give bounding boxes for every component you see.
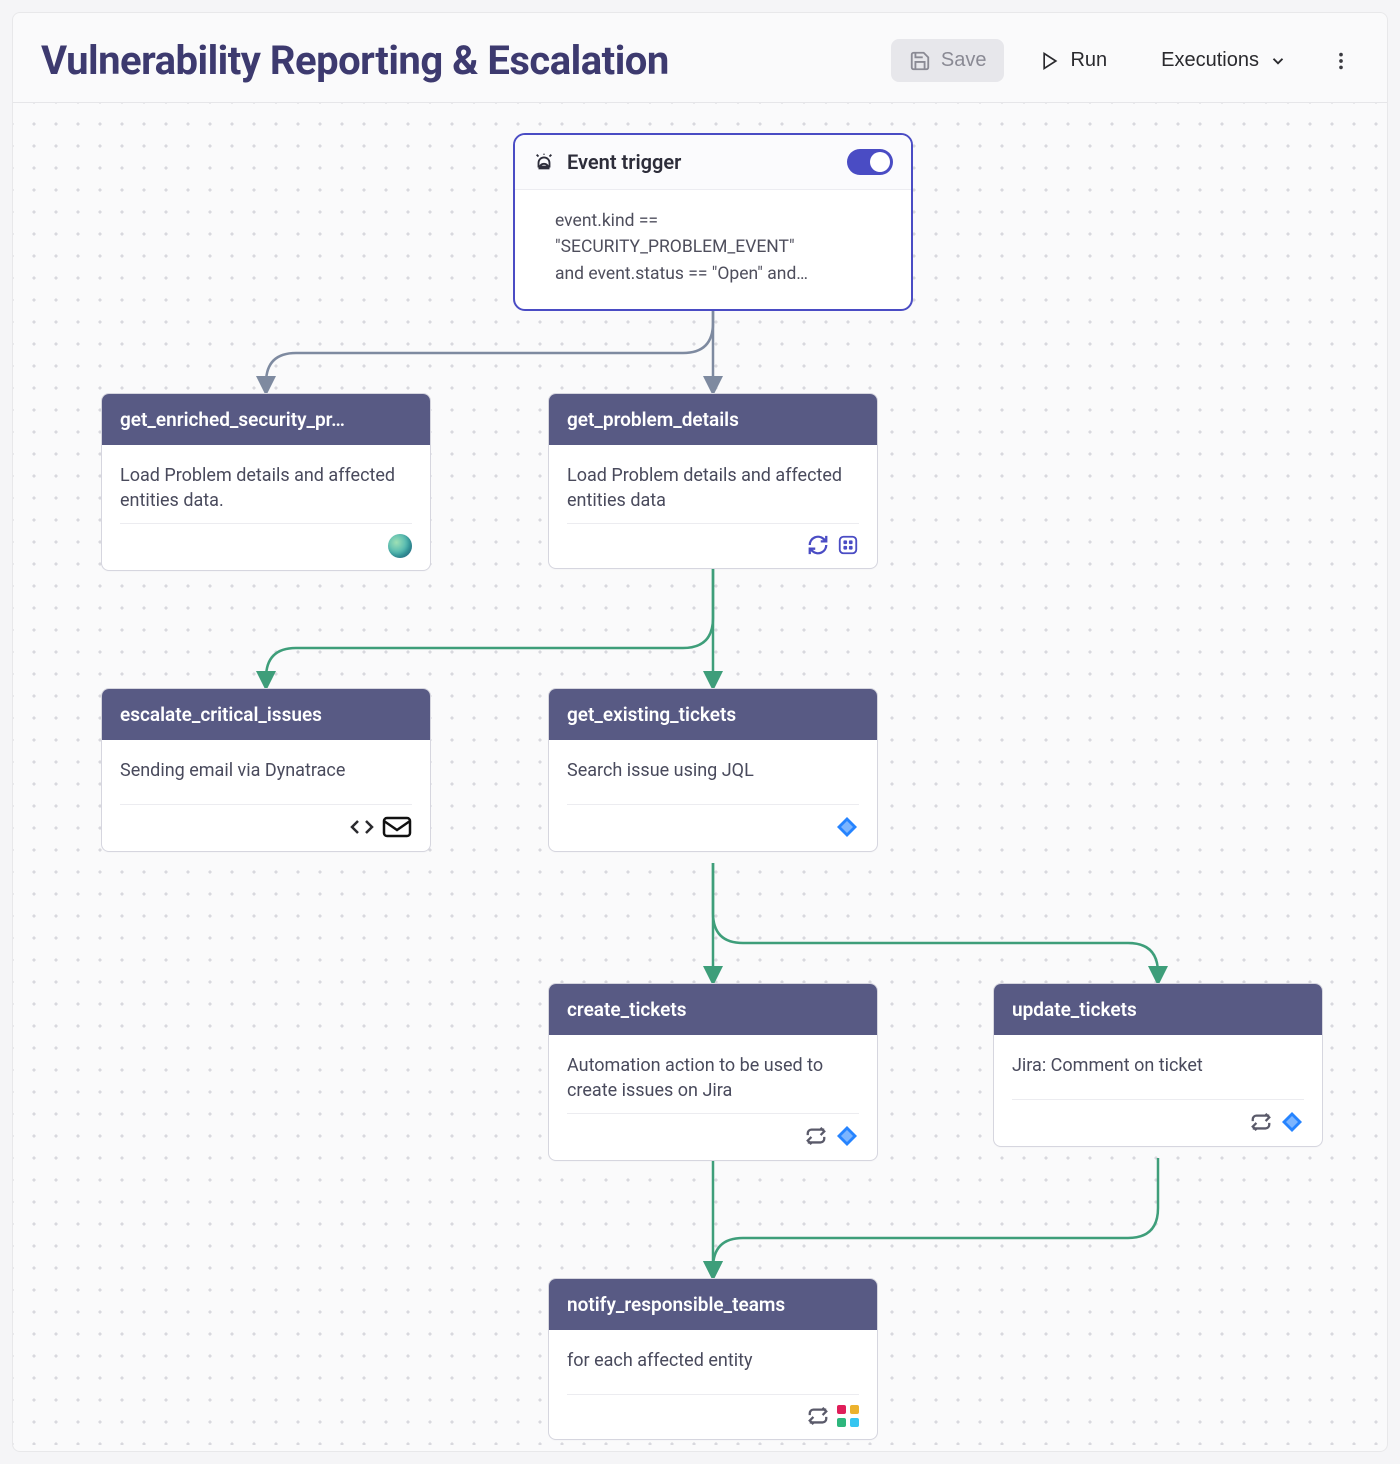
executions-label: Executions — [1161, 49, 1259, 72]
node-desc: Jira: Comment on ticket — [994, 1035, 1322, 1099]
node-notify-responsible-teams[interactable]: notify_responsible_teams for each affect… — [548, 1278, 878, 1440]
node-title: update_tickets — [994, 984, 1322, 1035]
node-desc: Automation action to be used to create i… — [549, 1035, 877, 1113]
slack-icon — [837, 1405, 859, 1427]
node-title: escalate_critical_issues — [102, 689, 430, 740]
node-desc: Sending email via Dynatrace — [102, 740, 430, 804]
header: Vulnerability Reporting & Escalation Sav… — [13, 13, 1387, 103]
trigger-toggle[interactable] — [847, 149, 893, 175]
node-footer — [567, 1113, 859, 1160]
node-footer — [567, 1394, 859, 1439]
trigger-body: event.kind == "SECURITY_PROBLEM_EVENT" a… — [515, 190, 911, 309]
node-footer — [120, 804, 412, 851]
chevron-down-icon — [1269, 52, 1287, 70]
node-get-enriched-security[interactable]: get_enriched_security_pr… Load Problem d… — [101, 393, 431, 571]
node-footer — [567, 523, 859, 568]
node-escalate-critical-issues[interactable]: escalate_critical_issues Sending email v… — [101, 688, 431, 852]
play-icon — [1040, 51, 1060, 71]
mail-icon — [382, 815, 412, 839]
trigger-condition-line1: event.kind == "SECURITY_PROBLEM_EVENT" — [555, 208, 889, 261]
node-desc: Search issue using JQL — [549, 740, 877, 804]
executions-dropdown[interactable]: Executions — [1143, 39, 1305, 82]
save-label: Save — [941, 49, 987, 72]
node-title: create_tickets — [549, 984, 877, 1035]
node-get-problem-details[interactable]: get_problem_details Load Problem details… — [548, 393, 878, 569]
save-icon — [909, 50, 931, 72]
loop-icon — [805, 1125, 827, 1147]
jira-icon — [1280, 1110, 1304, 1134]
node-desc: Load Problem details and affected entiti… — [102, 445, 430, 523]
globe-icon — [388, 534, 412, 558]
trigger-condition-line2: and event.status == "Open" and… — [555, 261, 889, 287]
loop-icon — [1250, 1111, 1272, 1133]
page-title: Vulnerability Reporting & Escalation — [41, 37, 669, 84]
node-footer — [567, 804, 859, 851]
more-button[interactable] — [1323, 43, 1359, 79]
run-button[interactable]: Run — [1022, 39, 1125, 82]
node-title: get_enriched_security_pr… — [102, 394, 430, 445]
node-create-tickets[interactable]: create_tickets Automation action to be u… — [548, 983, 878, 1161]
node-get-existing-tickets[interactable]: get_existing_tickets Search issue using … — [548, 688, 878, 852]
trigger-title: Event trigger — [567, 150, 681, 174]
node-footer — [1012, 1099, 1304, 1146]
node-footer — [120, 523, 412, 570]
jira-icon — [835, 1124, 859, 1148]
trigger-header: Event trigger — [515, 135, 911, 190]
more-vertical-icon — [1330, 50, 1352, 72]
save-button[interactable]: Save — [891, 39, 1005, 82]
node-update-tickets[interactable]: update_tickets Jira: Comment on ticket — [993, 983, 1323, 1147]
code-icon — [350, 815, 374, 839]
jira-icon — [835, 815, 859, 839]
run-label: Run — [1070, 49, 1107, 72]
node-title: notify_responsible_teams — [549, 1279, 877, 1330]
grid-icon — [837, 534, 859, 556]
trigger-node[interactable]: Event trigger event.kind == "SECURITY_PR… — [513, 133, 913, 311]
toolbar: Save Run Executions — [891, 39, 1359, 82]
node-title: get_problem_details — [549, 394, 877, 445]
node-desc: Load Problem details and affected entiti… — [549, 445, 877, 523]
node-desc: for each affected entity — [549, 1330, 877, 1394]
alarm-icon — [533, 151, 555, 173]
node-title: get_existing_tickets — [549, 689, 877, 740]
loop-icon — [807, 1405, 829, 1427]
refresh-icon — [807, 534, 829, 556]
workflow-canvas[interactable]: Event trigger event.kind == "SECURITY_PR… — [13, 103, 1387, 1445]
